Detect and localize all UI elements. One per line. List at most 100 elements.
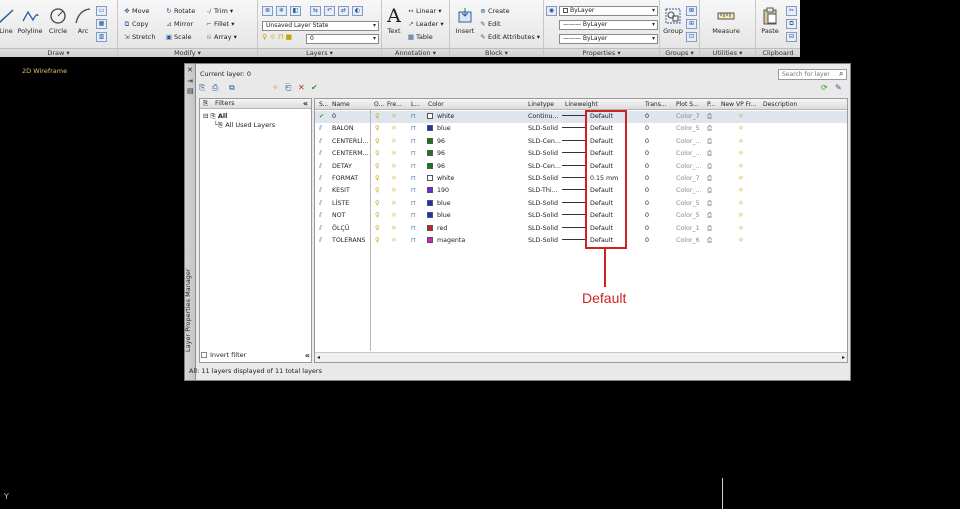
layer-transparency[interactable]: 0 [645,123,649,135]
col-plot[interactable]: P... [707,99,715,110]
create-block-button[interactable]: ⊕ Create [478,6,509,17]
vp-freeze-icon[interactable]: ☼ [738,123,744,135]
line-button[interactable]: Line [0,6,16,35]
layer-name[interactable]: BALON [332,123,368,135]
col-transparency[interactable]: Trans... [645,99,667,110]
unlock-icon[interactable]: ⊓ [411,173,416,185]
tree-item-all[interactable]: ⊟ ⎘ All [203,112,227,121]
printer-icon[interactable]: ⎙ [707,136,712,148]
layer-name[interactable]: CENTERM... [332,148,368,160]
bulb-icon[interactable]: ♀ [375,111,380,123]
sun-icon[interactable]: ☼ [391,223,397,235]
layer-linetype[interactable]: SLD-Solid [528,173,562,185]
properties-panel-title[interactable]: Properties ▾ [544,48,659,57]
layer-off-icon[interactable]: ◐ [352,6,363,16]
edit-attributes-button[interactable]: ✎ Edit Attributes ▾ [478,32,540,43]
arc-button[interactable]: Arc [72,6,94,35]
viewport-label[interactable]: 2D Wireframe [22,67,67,75]
printer-icon[interactable]: ⎙ [707,223,712,235]
trim-button[interactable]: -/Trim ▾ [204,6,233,17]
layer-transparency[interactable]: 0 [645,198,649,210]
layer-transparency[interactable]: 0 [645,210,649,222]
layer-name[interactable]: FORMAT [332,173,368,185]
new-layer-vp-frozen-icon[interactable]: ⎗ [285,83,291,93]
vp-freeze-icon[interactable]: ☼ [738,185,744,197]
collapse-filters-icon[interactable]: « [303,99,308,108]
sun-icon[interactable]: ☼ [391,173,397,185]
rotate-button[interactable]: ↻ Rotate [164,6,195,17]
unlock-icon[interactable]: ⊓ [411,198,416,210]
col-name[interactable]: Name [332,99,350,110]
layer-combo[interactable]: 0 [306,34,379,44]
bulb-icon[interactable]: ♀ [375,161,380,173]
scroll-right-icon[interactable]: ▸ [842,353,845,362]
new-layer-icon[interactable]: ✧ [272,83,279,93]
layer-isolate-icon[interactable]: ◧ [290,6,301,16]
paste-button[interactable]: Paste [758,6,782,35]
sun-icon[interactable]: ☼ [391,111,397,123]
annotation-panel-title[interactable]: Annotation ▾ [382,48,449,57]
bulb-icon[interactable]: ♀ [375,148,380,160]
gradient-icon[interactable]: ▥ [96,32,107,42]
layer-transparency[interactable]: 0 [645,136,649,148]
col-new-vp-freeze[interactable]: New VP Fr... [721,99,756,110]
vp-freeze-icon[interactable]: ☼ [738,136,744,148]
layer-color[interactable]: blue [427,123,517,135]
fillet-button[interactable]: ⌐ Fillet ▾ [204,19,234,30]
printer-icon[interactable]: ⎙ [707,123,712,135]
table-row[interactable]: ⫽ CENTERLİ... ♀ ☼ ⊓ 96 SLD-Cen... Default 0 Color… [315,136,847,148]
layer-transparency[interactable]: 0 [645,185,649,197]
bulb-icon[interactable]: ♀ [375,235,380,247]
edit-block-button[interactable]: ✎ Edit [478,19,500,30]
layer-transparency[interactable]: 0 [645,223,649,235]
bulb-icon[interactable]: ♀ [375,123,380,135]
vp-freeze-icon[interactable]: ☼ [738,223,744,235]
vp-freeze-icon[interactable]: ☼ [738,198,744,210]
autohide-icon[interactable]: ⇥ [187,77,193,85]
invert-filter-checkbox[interactable]: Invert filter « [199,350,312,361]
layer-linetype[interactable]: SLD-Solid [528,198,562,210]
copy-clip-icon[interactable]: ⧉ [786,19,797,29]
bulb-icon[interactable]: ♀ [375,173,380,185]
layer-transparency[interactable]: 0 [645,111,649,123]
vp-freeze-icon[interactable]: ☼ [738,173,744,185]
unlock-icon[interactable]: ⊓ [411,223,416,235]
unlock-icon[interactable]: ⊓ [411,123,416,135]
unlock-icon[interactable]: ⊓ [411,161,416,173]
linear-button[interactable]: ↔ Linear ▾ [406,6,441,17]
delete-layer-icon[interactable]: ✕ [298,83,305,93]
unlock-icon[interactable]: ⊓ [411,148,416,160]
layer-name[interactable]: NOT [332,210,368,222]
polyline-button[interactable]: Polyline [16,6,44,35]
vp-freeze-icon[interactable]: ☼ [738,161,744,173]
linetype-combo[interactable]: ——— ByLayer [559,20,658,30]
sun-icon[interactable]: ☼ [391,148,397,160]
tree-item-used[interactable]: └⎘ All Used Layers [214,121,275,130]
close-icon[interactable]: ✕ [187,66,193,74]
collapse-icon[interactable]: « [305,350,310,361]
printer-icon[interactable]: ⎙ [707,235,712,247]
utilities-panel-title[interactable]: Utilities ▾ [700,48,755,57]
insert-button[interactable]: Insert [452,6,478,35]
printer-icon[interactable]: ⎙ [707,210,712,222]
col-plot-style[interactable]: Plot S... [676,99,699,110]
vp-freeze-icon[interactable]: ☼ [738,111,744,123]
col-on[interactable]: O... [374,99,384,110]
modify-panel-title[interactable]: Modify ▾ [118,48,257,57]
hatch-icon[interactable]: ▦ [96,19,107,29]
layer-linetype[interactable]: SLD-Cen... [528,136,562,148]
layers-panel-title[interactable]: Layers ▾ [258,48,381,57]
sun-icon[interactable]: ☼ [391,136,397,148]
col-description[interactable]: Description [763,99,797,110]
table-row[interactable]: ⫽ NOT ♀ ☼ ⊓ blue SLD-Solid Default 0 Color_5 ⎙ ☼ [315,210,847,222]
bulb-icon[interactable]: ♀ [375,185,380,197]
block-panel-title[interactable]: Block ▾ [450,48,543,57]
rectangle-icon[interactable]: ▭ [96,6,107,16]
settings-icon[interactable]: ✎ [835,83,842,93]
table-row[interactable]: ⫽ CENTERM... ♀ ☼ ⊓ 96 SLD-Solid Default 0 Color_.… [315,148,847,160]
layer-color[interactable]: white [427,173,517,185]
bulb-icon[interactable]: ♀ [375,210,380,222]
printer-icon[interactable]: ⎙ [707,148,712,160]
layer-transparency[interactable]: 0 [645,148,649,160]
refresh-icon[interactable]: ⟳ [821,83,828,93]
